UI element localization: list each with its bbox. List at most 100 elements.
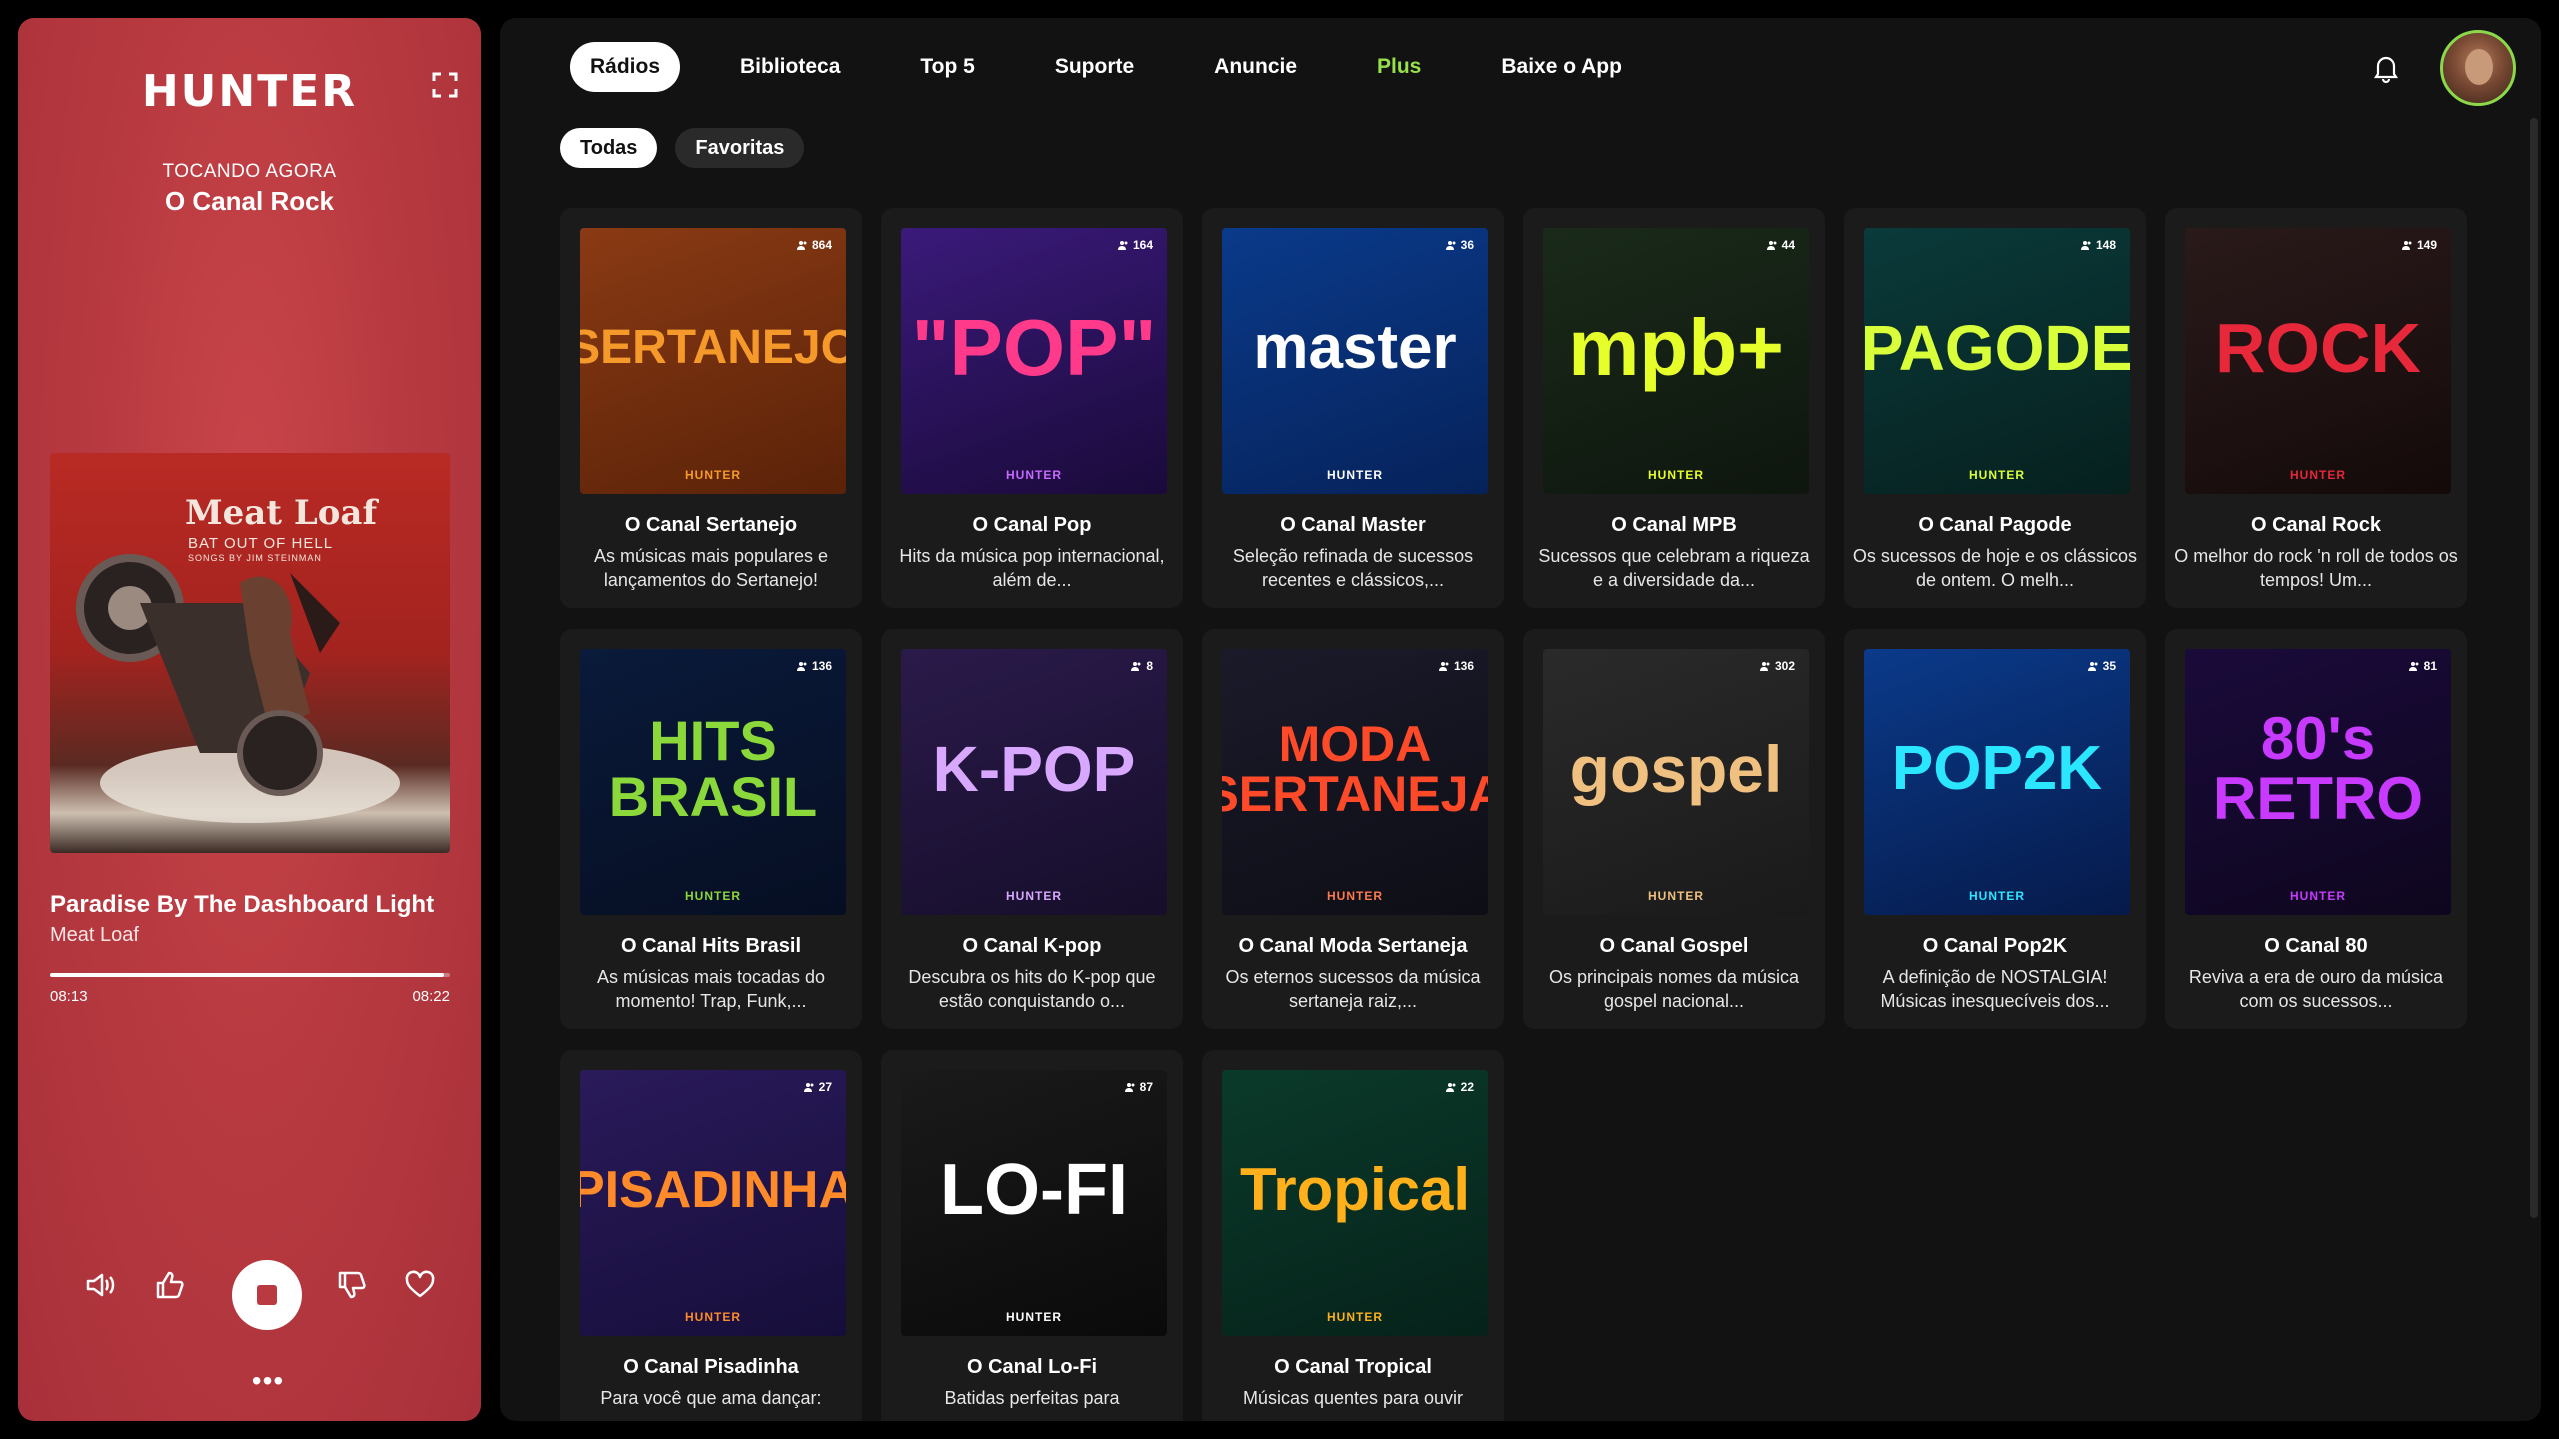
channel-card[interactable]: ROCK HUNTER 149 O Canal Rock O melhor do… <box>2165 208 2467 608</box>
filter-favoritas[interactable]: Favoritas <box>675 128 805 168</box>
channel-title: O Canal 80 <box>2264 935 2368 957</box>
listeners-icon <box>1124 1082 1135 1092</box>
nav-plus[interactable]: Plus <box>1357 42 1441 92</box>
thumbs-up-icon[interactable] <box>148 1263 192 1307</box>
channel-cover[interactable]: LO-FI HUNTER 87 <box>901 1070 1167 1336</box>
channel-title: O Canal Pop2K <box>1922 935 2068 957</box>
nav-biblioteca[interactable]: Biblioteca <box>720 42 860 92</box>
user-avatar[interactable] <box>2440 30 2516 106</box>
filter-chips: Todas Favoritas <box>560 128 822 168</box>
now-playing-panel: HUNTER TOCANDO AGORA O Canal Rock Meat L… <box>18 18 481 1421</box>
channel-card[interactable]: "POP" HUNTER 164 O Canal Pop Hits da mús… <box>881 208 1183 608</box>
channel-cover[interactable]: gospel HUNTER 302 <box>1543 649 1809 915</box>
channel-card[interactable]: Tropical HUNTER 22 O Canal Tropical Músi… <box>1202 1050 1504 1421</box>
channel-title: O Canal Hits Brasil <box>620 935 802 957</box>
total-time: 08:22 <box>412 988 450 1005</box>
song-artist[interactable]: Meat Loaf <box>50 924 139 947</box>
channel-card[interactable]: master HUNTER 36 O Canal Master Seleção … <box>1202 208 1504 608</box>
listeners-icon <box>1759 661 1770 671</box>
listeners-icon <box>1445 1082 1456 1092</box>
nav-top5[interactable]: Top 5 <box>900 42 994 92</box>
listeners-icon <box>1438 661 1449 671</box>
cover-text: POP2K <box>1891 734 2103 803</box>
channel-cover[interactable]: K-POP HUNTER 8 <box>901 649 1167 915</box>
channel-cover[interactable]: PISADINHA HUNTER 27 <box>580 1070 846 1336</box>
thumbs-down-icon[interactable] <box>330 1263 374 1307</box>
cover-brand: HUNTER <box>1648 889 1704 903</box>
channel-title: O Canal K-pop <box>962 935 1102 957</box>
channel-description: As músicas mais populares e lançamentos … <box>593 546 829 590</box>
stop-button[interactable] <box>232 1260 302 1330</box>
listener-count: 87 <box>1124 1080 1153 1094</box>
volume-icon[interactable] <box>78 1263 122 1307</box>
channel-title: O Canal Pisadinha <box>623 1356 799 1378</box>
listeners-icon <box>796 240 807 250</box>
listener-count-value: 148 <box>2095 238 2116 252</box>
listeners-icon <box>2408 661 2419 671</box>
listener-count-value: 136 <box>811 659 832 673</box>
filter-todas[interactable]: Todas <box>560 128 658 168</box>
channel-cover[interactable]: MODA SERTANEJA HUNTER 136 <box>1222 649 1488 915</box>
channel-title: O Canal Rock <box>2250 514 2382 536</box>
cover-brand: HUNTER <box>1648 468 1704 482</box>
stop-icon <box>257 1285 277 1305</box>
album-art: Meat Loaf BAT OUT OF HELL SONGS BY JIM S… <box>50 453 450 853</box>
progress-bar[interactable] <box>50 973 450 977</box>
channel-cover[interactable]: ROCK HUNTER 149 <box>2185 228 2451 494</box>
channel-card[interactable]: HITS BRASIL HUNTER 136 O Canal Hits Bras… <box>560 629 862 1029</box>
listener-count-value: 864 <box>811 238 832 252</box>
channel-card[interactable]: MODA SERTANEJA HUNTER 136 O Canal Moda S… <box>1202 629 1504 1029</box>
channel-cover[interactable]: POP2K HUNTER 35 <box>1864 649 2130 915</box>
nav-radios[interactable]: Rádios <box>570 42 681 92</box>
listener-count: 27 <box>803 1080 832 1094</box>
cover-brand: HUNTER <box>1969 468 2025 482</box>
channel-card[interactable]: POP2K HUNTER 35 O Canal Pop2K A definiçã… <box>1844 629 2146 1029</box>
progress-fill <box>50 973 444 977</box>
hunter-logo[interactable]: HUNTER <box>18 66 481 117</box>
channel-card[interactable]: LO-FI HUNTER 87 O Canal Lo-Fi Batidas pe… <box>881 1050 1183 1421</box>
more-options-icon[interactable]: ••• <box>246 1367 290 1396</box>
channel-card[interactable]: PAGODE HUNTER 148 O Canal Pagode Os suce… <box>1844 208 2146 608</box>
expand-icon[interactable] <box>430 70 460 100</box>
channel-cover[interactable]: SERTANEJO HUNTER 864 <box>580 228 846 494</box>
listener-count: 44 <box>1766 238 1795 252</box>
channel-card[interactable]: SERTANEJO HUNTER 864 O Canal Sertanejo A… <box>560 208 862 608</box>
channel-card[interactable]: K-POP HUNTER 8 O Canal K-pop Descubra os… <box>881 629 1183 1029</box>
listener-count: 22 <box>1445 1080 1474 1094</box>
scrollbar[interactable] <box>2530 118 2538 1218</box>
nav-suporte[interactable]: Suporte <box>1035 42 1154 92</box>
channel-cover[interactable]: Tropical HUNTER 22 <box>1222 1070 1488 1336</box>
channel-cover[interactable]: mpb+ HUNTER 44 <box>1543 228 1809 494</box>
bell-icon[interactable] <box>2370 52 2402 84</box>
channel-cover[interactable]: "POP" HUNTER 164 <box>901 228 1167 494</box>
cover-brand: HUNTER <box>685 468 741 482</box>
channel-cover[interactable]: PAGODE HUNTER 148 <box>1864 228 2130 494</box>
cover-brand: HUNTER <box>1006 1310 1062 1324</box>
cover-text: gospel <box>1569 732 1783 806</box>
listener-count-value: 302 <box>1774 659 1795 673</box>
channel-card[interactable]: 80's RETRO HUNTER 81 O Canal 80 Reviva a… <box>2165 629 2467 1029</box>
listener-count: 148 <box>2080 238 2116 252</box>
listener-count: 35 <box>2087 659 2116 673</box>
top-nav: Rádios Biblioteca Top 5 Suporte Anuncie … <box>570 42 1682 92</box>
cover-brand: HUNTER <box>1969 889 2025 903</box>
channel-card[interactable]: gospel HUNTER 302 O Canal Gospel Os prin… <box>1523 629 1825 1029</box>
cover-text: MODA SERTANEJA <box>1222 716 1488 822</box>
listener-count: 81 <box>2408 659 2437 673</box>
channel-cover[interactable]: master HUNTER 36 <box>1222 228 1488 494</box>
channel-cover[interactable]: HITS BRASIL HUNTER 136 <box>580 649 846 915</box>
cover-brand: HUNTER <box>2290 889 2346 903</box>
channel-card[interactable]: mpb+ HUNTER 44 O Canal MPB Sucessos que … <box>1523 208 1825 608</box>
channel-description: As músicas mais tocadas do momento! Trap… <box>596 967 826 1011</box>
listener-count: 136 <box>1438 659 1474 673</box>
heart-icon[interactable] <box>398 1263 442 1307</box>
nav-anuncie[interactable]: Anuncie <box>1194 42 1317 92</box>
nav-baixe-app[interactable]: Baixe o App <box>1481 42 1642 92</box>
channel-cover[interactable]: 80's RETRO HUNTER 81 <box>2185 649 2451 915</box>
channel-card[interactable]: PISADINHA HUNTER 27 O Canal Pisadinha Pa… <box>560 1050 862 1421</box>
channel-title: O Canal Moda Sertaneja <box>1238 935 1468 957</box>
cover-brand: HUNTER <box>1327 889 1383 903</box>
listener-count-value: 44 <box>1781 238 1795 252</box>
cover-text: HITS BRASIL <box>608 709 818 828</box>
channel-description: Músicas quentes para ouvir <box>1242 1388 1464 1408</box>
